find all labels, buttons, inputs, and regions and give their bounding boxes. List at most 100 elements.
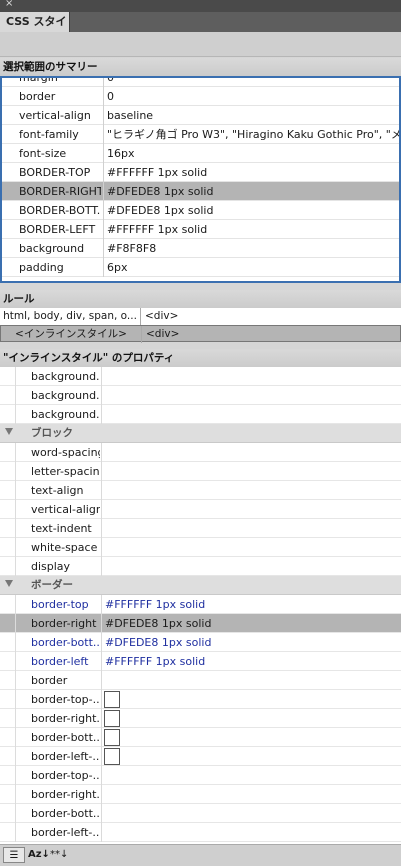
tab-css-styles[interactable]: CSS スタイル [0, 12, 70, 48]
prop-name: border [19, 90, 56, 103]
prop-value[interactable] [101, 804, 105, 823]
prop-name: border-right [31, 617, 97, 630]
summary-header: 選択範囲のサマリー [0, 58, 401, 76]
color-swatch[interactable] [104, 748, 120, 765]
prop-name: white-space [31, 541, 98, 554]
prop-value[interactable] [101, 671, 105, 690]
prop-value[interactable] [101, 519, 105, 538]
sort-alphabetical-icon[interactable]: Az↓ [28, 847, 50, 863]
rule-selector: <インラインスタイル> [1, 326, 142, 343]
color-swatch[interactable] [104, 729, 120, 746]
disclosure-triangle-icon[interactable] [5, 580, 13, 587]
prop-name: background... [31, 408, 100, 421]
prop-value[interactable]: #FFFFFF 1px solid [101, 652, 205, 671]
color-swatch[interactable] [104, 691, 120, 708]
property-row[interactable]: border-left-... [0, 747, 401, 766]
prop-value[interactable] [101, 462, 105, 481]
rule-row-selected[interactable]: <インラインスタイル> <div> [0, 325, 401, 343]
disclosure-triangle-icon[interactable] [5, 428, 13, 435]
property-row[interactable]: border-left-... [0, 823, 401, 842]
summary-row-selected[interactable]: BORDER-RIGHT #DFEDE8 1px solid [2, 182, 399, 201]
category-view-icon[interactable]: ☰ [3, 847, 25, 863]
summary-row[interactable]: vertical-align baseline [2, 106, 399, 125]
property-row[interactable]: word-spacing [0, 443, 401, 462]
mode-band [0, 32, 401, 57]
property-row[interactable]: text-indent [0, 519, 401, 538]
property-row[interactable]: border-right... [0, 709, 401, 728]
summary-row[interactable]: BORDER-LEFT #FFFFFF 1px solid [2, 220, 399, 239]
prop-value[interactable]: #DFEDE8 1px solid [101, 614, 211, 633]
rule-tag: <div> [145, 310, 179, 322]
summary-row[interactable]: font-family "ヒラギノ角ゴ Pro W3", "Hiragino Ka… [2, 125, 399, 144]
prop-value[interactable] [101, 405, 105, 424]
prop-value: #FFFFFF 1px solid [103, 163, 207, 182]
prop-name: BORDER-TOP [19, 166, 91, 179]
prop-value: 16px [103, 144, 135, 163]
prop-value[interactable] [101, 500, 105, 519]
prop-value[interactable]: #FFFFFF 1px solid [101, 595, 205, 614]
prop-value[interactable] [101, 386, 105, 405]
prop-name: border [31, 674, 68, 687]
property-row[interactable]: border-bott... [0, 804, 401, 823]
title-strip: × [0, 0, 401, 12]
prop-value[interactable] [101, 538, 105, 557]
summary-row[interactable]: BORDER-BOTT... #DFEDE8 1px solid [2, 201, 399, 220]
summary-row[interactable]: border 0 [2, 87, 399, 106]
summary-row[interactable]: padding 6px [2, 258, 399, 277]
property-row[interactable]: border-bott... [0, 728, 401, 747]
prop-name: word-spacing [31, 446, 100, 459]
summary-row[interactable]: background #F8F8F8 [2, 239, 399, 258]
summary-row[interactable]: margin 0 [2, 76, 399, 87]
summary-row[interactable]: BORDER-TOP #FFFFFF 1px solid [2, 163, 399, 182]
prop-value[interactable] [101, 785, 105, 804]
property-row[interactable]: border [0, 671, 401, 690]
property-row[interactable]: text-align [0, 481, 401, 500]
rules-list: html, body, div, span, o... <div> <インラインス… [0, 308, 401, 343]
prop-name: background... [31, 370, 100, 383]
property-row[interactable]: border-top-... [0, 690, 401, 709]
property-row[interactable]: white-space [0, 538, 401, 557]
summary-row[interactable]: font-size 16px [2, 144, 399, 163]
property-row[interactable]: border-left #FFFFFF 1px solid [0, 652, 401, 671]
property-row[interactable]: background... [0, 405, 401, 424]
property-row[interactable]: background... [0, 386, 401, 405]
prop-name: margin [19, 76, 58, 84]
prop-name: border-left-... [31, 750, 100, 763]
prop-value[interactable]: #DFEDE8 1px solid [101, 633, 211, 652]
category-label: ボーダー [31, 579, 73, 591]
property-row[interactable]: border-top #FFFFFF 1px solid [0, 595, 401, 614]
prop-value: baseline [103, 106, 153, 125]
rule-selector: html, body, div, span, o... [0, 308, 141, 325]
prop-value[interactable] [101, 367, 105, 386]
category-block[interactable]: ブロック [0, 424, 401, 443]
property-row[interactable]: display [0, 557, 401, 576]
rule-row[interactable]: html, body, div, span, o... <div> [0, 308, 401, 325]
category-label: ブロック [31, 427, 73, 439]
summary-panel: margin 0 border 0 vertical-align baseline f… [0, 76, 401, 283]
close-icon[interactable]: × [5, 0, 13, 9]
prop-value[interactable] [101, 557, 105, 576]
prop-value[interactable] [101, 823, 105, 842]
prop-name: background... [31, 389, 100, 402]
property-row-selected[interactable]: border-right #DFEDE8 1px solid [0, 614, 401, 633]
tab-bar: CSS スタイル [0, 12, 401, 48]
prop-value[interactable] [101, 481, 105, 500]
property-row[interactable]: letter-spacing [0, 462, 401, 481]
category-border[interactable]: ボーダー [0, 576, 401, 595]
prop-value[interactable] [101, 766, 105, 785]
property-row[interactable]: border-top-... [0, 766, 401, 785]
color-swatch[interactable] [104, 710, 120, 727]
prop-name: border-left-... [31, 826, 100, 839]
property-row[interactable]: vertical-align [0, 500, 401, 519]
property-row[interactable]: background... [0, 367, 401, 386]
show-set-properties-icon[interactable]: **↓ [50, 847, 68, 863]
property-row[interactable]: border-bott... #DFEDE8 1px solid [0, 633, 401, 652]
prop-name: vertical-align [31, 503, 100, 516]
prop-value[interactable] [101, 443, 105, 462]
prop-name: vertical-align [19, 109, 91, 122]
property-row[interactable]: border-right... [0, 785, 401, 804]
prop-name: background [19, 242, 85, 255]
properties-list: background... background... background..… [0, 367, 401, 844]
bottom-toolbar: ☰ Az↓ **↓ [0, 844, 401, 866]
prop-name: display [31, 560, 71, 573]
